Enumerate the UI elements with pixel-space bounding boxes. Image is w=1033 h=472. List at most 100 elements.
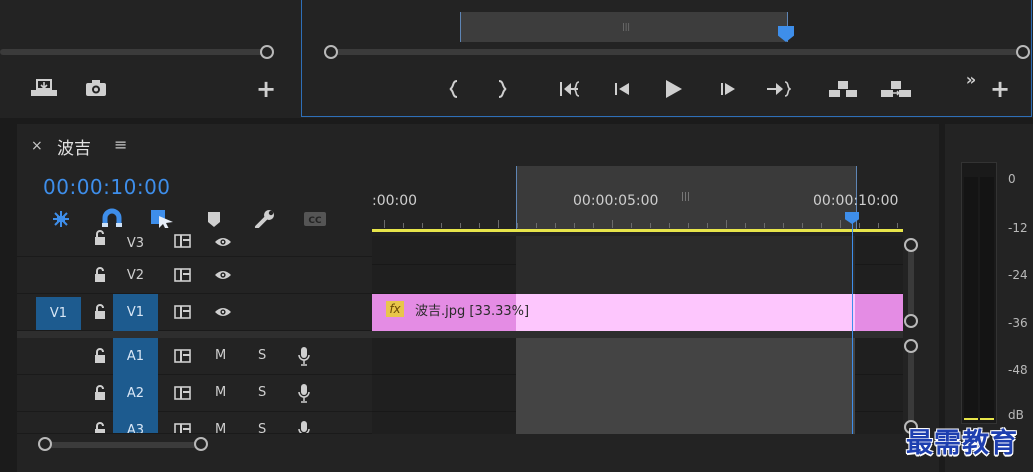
mark-in-icon[interactable] <box>442 79 468 99</box>
panel-menu-icon[interactable]: ≡ <box>114 135 127 154</box>
ruler-tick <box>669 223 670 228</box>
ruler-tick <box>460 223 461 228</box>
solo-button[interactable]: S <box>258 348 266 363</box>
mute-button[interactable]: M <box>215 385 226 400</box>
microphone-icon[interactable] <box>298 420 310 434</box>
range-grip-icon: ||| <box>681 192 691 202</box>
ruler-tick <box>859 223 860 228</box>
timeline-zoom-scrollbar[interactable] <box>45 442 203 448</box>
lock-icon[interactable] <box>93 304 107 320</box>
lock-icon[interactable] <box>93 385 107 401</box>
nest-sequence-icon[interactable] <box>48 208 74 230</box>
sequence-tab-title[interactable]: 波吉 <box>57 134 91 159</box>
program-zoom-start-handle[interactable] <box>324 45 338 59</box>
step-back-icon[interactable] <box>609 79 635 99</box>
close-tab-icon[interactable]: × <box>31 138 43 154</box>
sync-lock-icon[interactable] <box>174 234 191 248</box>
track-target-v1[interactable]: V1 <box>113 294 158 331</box>
watermark-text: 最需教育 <box>906 428 1018 459</box>
sync-lock-icon[interactable] <box>174 386 191 400</box>
track-header-a3: A3 M S <box>17 412 372 434</box>
go-to-in-icon[interactable] <box>557 79 583 99</box>
eye-icon[interactable] <box>214 306 232 318</box>
meter-peak-left <box>964 418 978 420</box>
video-clip[interactable]: fx 波吉.jpg [33.33%] <box>372 294 903 331</box>
track-target-v2[interactable]: V2 <box>113 257 158 294</box>
lane-v2[interactable] <box>372 257 903 294</box>
mute-button[interactable]: M <box>215 348 226 363</box>
ruler-label-start: :00:00 <box>372 193 418 209</box>
play-icon[interactable] <box>660 78 686 100</box>
track-header-a1: A1 M S <box>17 338 372 375</box>
source-zoom-scrollbar[interactable] <box>0 49 272 55</box>
db-label-12: -12 <box>1008 221 1028 235</box>
lane-a1[interactable] <box>372 338 903 375</box>
go-to-out-icon[interactable] <box>765 79 791 99</box>
add-marker-icon[interactable] <box>204 208 230 230</box>
divider-band <box>372 331 903 338</box>
microphone-icon[interactable] <box>298 346 310 366</box>
ruler-tick <box>422 223 423 228</box>
audio-tracks-scrollbar[interactable] <box>908 350 914 430</box>
lock-icon[interactable] <box>93 230 107 246</box>
mute-button[interactable]: M <box>215 422 226 433</box>
snap-magnet-icon[interactable] <box>99 208 125 230</box>
ruler-tick <box>403 223 404 228</box>
db-label-36: -36 <box>1008 316 1028 330</box>
work-area-bar[interactable] <box>372 229 903 232</box>
time-ruler[interactable]: ||| :00:00 00:00:05:00 00:00:10:00 <box>372 162 903 236</box>
video-tracks-scrollbar[interactable] <box>908 246 914 322</box>
step-forward-icon[interactable] <box>715 79 741 99</box>
range-grip-icon: ||| <box>622 22 631 31</box>
timeline-playhead-line[interactable] <box>852 212 853 434</box>
track-target-a3[interactable]: A3 <box>113 412 158 433</box>
sync-lock-icon[interactable] <box>174 349 191 363</box>
sync-lock-icon[interactable] <box>174 305 191 319</box>
add-button-icon[interactable]: + <box>253 77 279 101</box>
video-scroll-top-handle[interactable] <box>904 238 918 252</box>
ruler-tick <box>726 220 727 228</box>
source-patch-v1[interactable]: V1 <box>36 297 81 330</box>
timeline-zoom-start-handle[interactable] <box>38 437 52 451</box>
lock-icon[interactable] <box>93 267 107 283</box>
timeline-panel: × 波吉 ≡ 00:00:10:00 CC ||| :00:00 00:00:0… <box>17 124 939 470</box>
eye-icon[interactable] <box>214 236 232 248</box>
captions-cc-icon[interactable]: CC <box>302 208 328 230</box>
source-zoom-handle[interactable] <box>260 45 274 59</box>
fx-badge[interactable]: fx <box>386 301 404 317</box>
ruler-tick <box>688 223 689 228</box>
sync-lock-icon[interactable] <box>174 423 191 434</box>
track-target-a2[interactable]: A2 <box>113 375 158 412</box>
lock-icon[interactable] <box>93 422 107 434</box>
lane-a2[interactable] <box>372 375 903 412</box>
solo-button[interactable]: S <box>258 385 266 400</box>
program-add-button-icon[interactable]: + <box>987 77 1013 101</box>
lift-icon[interactable] <box>828 79 858 99</box>
video-scroll-bottom-handle[interactable] <box>904 314 918 328</box>
audio-scroll-top-handle[interactable] <box>904 339 918 353</box>
ruler-tick <box>707 223 708 228</box>
export-frame-icon[interactable] <box>29 78 59 98</box>
ruler-tick <box>517 223 518 228</box>
camera-icon[interactable] <box>83 79 109 97</box>
eye-icon[interactable] <box>214 269 232 281</box>
sync-lock-icon[interactable] <box>174 268 191 282</box>
linked-selection-icon[interactable] <box>149 208 175 230</box>
playhead-timecode[interactable]: 00:00:10:00 <box>43 175 171 199</box>
microphone-icon[interactable] <box>298 383 310 403</box>
lock-icon[interactable] <box>93 348 107 364</box>
program-scrub-bar[interactable] <box>328 49 1018 55</box>
track-content-area[interactable]: fx 波吉.jpg [33.33%] <box>372 236 903 434</box>
ruler-tick <box>593 223 594 228</box>
timeline-zoom-end-handle[interactable] <box>194 437 208 451</box>
timeline-settings-wrench-icon[interactable] <box>253 208 279 230</box>
mark-out-icon[interactable] <box>488 79 514 99</box>
track-target-a1[interactable]: A1 <box>113 338 158 375</box>
track-target-v3[interactable]: V3 <box>113 228 158 257</box>
extract-icon[interactable] <box>880 79 912 99</box>
program-zoom-end-handle[interactable] <box>1016 45 1030 59</box>
db-label-0: 0 <box>1008 172 1016 186</box>
more-controls-icon[interactable]: » <box>958 70 984 90</box>
solo-button[interactable]: S <box>258 422 266 433</box>
lane-a3[interactable] <box>372 412 903 434</box>
